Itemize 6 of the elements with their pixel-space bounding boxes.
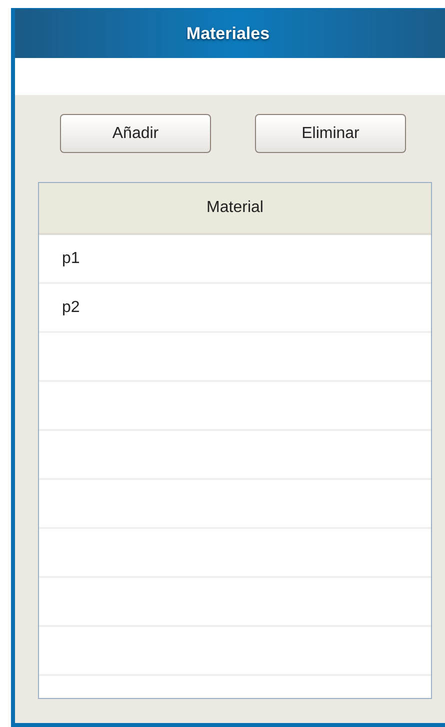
column-header: Material bbox=[39, 183, 431, 235]
table-cell[interactable]: p1 bbox=[62, 246, 80, 270]
action-button[interactable]: Añadir bbox=[60, 114, 211, 153]
action-button[interactable]: Eliminar bbox=[255, 114, 406, 153]
window-title: Materiales bbox=[15, 9, 445, 58]
table-cell[interactable]: p2 bbox=[62, 296, 80, 320]
